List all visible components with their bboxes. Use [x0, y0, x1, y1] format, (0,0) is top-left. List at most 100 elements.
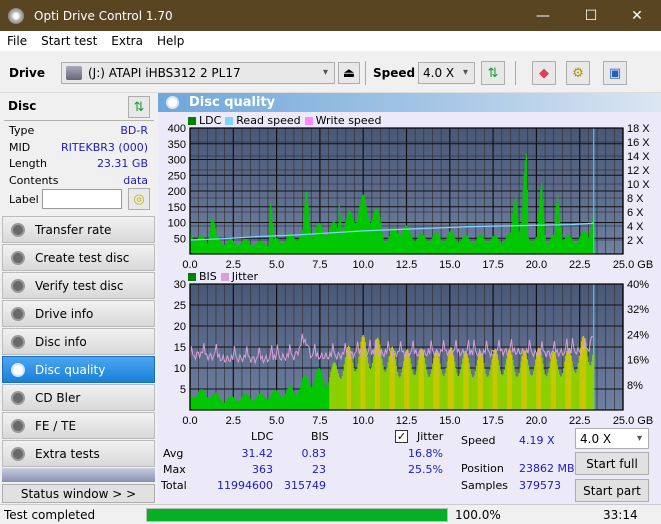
disc-icon [11, 306, 25, 321]
nav-disc-quality[interactable]: Disc quality [2, 356, 155, 383]
stats-max-jitter: 25.5% [408, 463, 443, 476]
info-label: Contents [9, 173, 59, 187]
close-button[interactable]: ✕ [614, 0, 660, 31]
x-tick-label: 10.0 [352, 259, 373, 271]
x-tick-label: 22.5 [569, 415, 590, 427]
save-button[interactable]: ▣ [603, 61, 627, 85]
start-part-button[interactable]: Start part [575, 479, 649, 502]
info-value: BD-R [120, 124, 148, 137]
erase-button[interactable]: ◆ [532, 61, 556, 85]
menu-file[interactable]: File [0, 34, 34, 48]
status-window-button[interactable]: Status window > > [2, 484, 155, 503]
speed-select[interactable]: 4.0 X ▾ [418, 62, 475, 84]
y-tick-label-left: 50 [174, 233, 186, 245]
x-tick-label: 25.0 GB [613, 415, 653, 427]
cd-icon: ◎ [133, 191, 145, 207]
nav-label: Drive info [35, 306, 94, 321]
floppy-icon: ▣ [608, 65, 622, 81]
menu-help[interactable]: Help [150, 34, 191, 48]
y-tick-label-left: 150 [168, 202, 186, 214]
gears-icon: ⚙ [572, 65, 584, 81]
divider [4, 120, 154, 121]
y-tick-label-right: 8% [627, 380, 643, 392]
y-tick-label-right: 12 X [627, 165, 650, 177]
samples-label: Samples [461, 479, 508, 492]
y-tick-label-left: 250 [168, 170, 186, 182]
stats-max-bis: 23 [312, 463, 326, 476]
disc-header-label: Disc [8, 99, 37, 113]
y-tick-label-left: 20 [174, 321, 186, 333]
test-speed-select[interactable]: 4.0 X ▾ [575, 428, 649, 449]
maximize-button[interactable]: ☐ [568, 0, 614, 31]
chevron-down-icon: ▾ [636, 433, 642, 444]
position-value: 23862 MB [519, 462, 575, 475]
nav-disc-info[interactable]: Disc info [2, 328, 155, 355]
toolbar-divider [515, 61, 516, 85]
legend-jitter: Jitter [231, 270, 258, 283]
y-tick-label-right: 16% [627, 355, 649, 367]
refresh-button[interactable]: ⇅ [481, 61, 505, 85]
y-tick-label-left: 400 [168, 123, 186, 135]
y-tick-label-right: 16 X [627, 137, 650, 149]
stats-total-bis: 315749 [284, 479, 326, 492]
menu-extra[interactable]: Extra [104, 34, 150, 48]
x-tick-label: 5.0 [269, 259, 284, 271]
y-tick-label-left: 100 [168, 218, 186, 230]
disc-icon [11, 418, 25, 433]
nav-create-test-disc[interactable]: Create test disc [2, 244, 155, 271]
jitter-checkbox[interactable]: ✓ [395, 430, 408, 443]
refresh-arrows-icon: ⇅ [133, 99, 145, 115]
disc-icon [11, 362, 25, 377]
speed-value: 4.19 X [519, 434, 555, 447]
drive-select[interactable]: (J:) ATAPI iHBS312 2 PL17 ▾ [61, 62, 335, 84]
legend-bis-swatch [188, 272, 196, 281]
stats-avg-bis: 0.83 [301, 447, 327, 460]
label-input[interactable] [42, 189, 122, 209]
nav-verify-test-disc[interactable]: Verify test disc [2, 272, 155, 299]
y-tick-label-left: 10 [174, 363, 186, 375]
disc-refresh-button[interactable]: ⇅ [128, 96, 150, 118]
info-label: MID [9, 140, 31, 154]
speed-select-value: 4.0 X [423, 66, 455, 80]
y-tick-label-right: 2 X [627, 235, 644, 247]
eject-button[interactable]: ⏏ [338, 62, 360, 84]
stats-avg-label: Avg [163, 447, 184, 460]
minimize-button[interactable]: — [520, 0, 566, 31]
menu-start-test[interactable]: Start test [34, 34, 104, 48]
x-tick-label: 10.0 [352, 415, 373, 427]
start-full-button[interactable]: Start full [575, 452, 649, 475]
settings-button[interactable]: ⚙ [566, 61, 590, 85]
nav-cd-bler[interactable]: CD Bler [2, 384, 155, 411]
menu-bar: File Start test Extra Help [0, 31, 661, 51]
y-tick-label-right: 8 X [627, 193, 644, 205]
nav-transfer-rate[interactable]: Transfer rate [2, 216, 155, 243]
title-bar: Opti Drive Control 1.70 — ☐ ✕ [0, 0, 661, 31]
stats-avg-jitter: 16.8% [408, 447, 443, 460]
disc-info-row: Type BD-R [2, 124, 154, 141]
stats-total-ldc: 11994600 [217, 479, 273, 492]
samples-value: 379573 [519, 479, 561, 492]
stats-col-bis: BIS [311, 430, 329, 443]
status-bar: Test completed 100.0% 33:14 [0, 504, 661, 524]
nav-extra-tests[interactable]: Extra tests [2, 440, 155, 467]
y-tick-label-left: 25 [174, 300, 186, 312]
nav-label: Disc quality [35, 362, 106, 377]
jitter-label: Jitter [417, 430, 444, 443]
eject-icon: ⏏ [342, 65, 356, 81]
nav-label: Extra tests [35, 446, 100, 461]
label-disc-button[interactable]: ◎ [128, 188, 150, 210]
sidebar: Disc ⇅ Type BD-R MID RITEKBR3 (000) Length… [0, 93, 158, 504]
y-tick-label-left: 15 [174, 342, 186, 354]
info-value: 23.31 GB [96, 157, 148, 170]
refresh-arrows-icon: ⇅ [487, 65, 499, 81]
nav-drive-info[interactable]: Drive info [2, 300, 155, 327]
y-tick-label-right: 14 X [627, 151, 650, 163]
nav-fe-te[interactable]: FE / TE [2, 412, 155, 439]
x-tick-label: 20.0 [526, 415, 547, 427]
x-tick-label: 12.5 [396, 415, 417, 427]
legend-bis: BIS [199, 270, 217, 283]
info-label: Type [9, 124, 35, 137]
nav-filler [2, 468, 155, 482]
nav-label: Create test disc [35, 250, 130, 265]
x-tick-label: 7.5 [312, 259, 327, 271]
